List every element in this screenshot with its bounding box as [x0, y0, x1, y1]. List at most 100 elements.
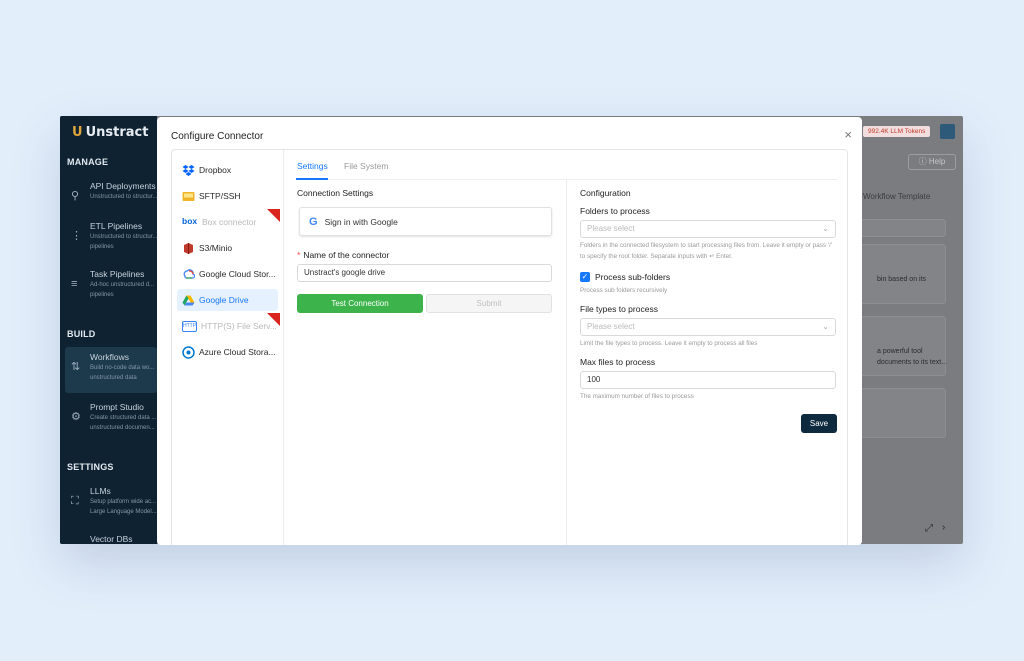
- sidebar-item-workflows[interactable]: ⇅ Workflows Build no-code data wo... uns…: [65, 347, 157, 393]
- connector-label: Google Drive: [199, 295, 249, 305]
- filetypes-help: Limit the file types to process. Leave i…: [580, 340, 758, 347]
- brand-logo: U Unstract: [72, 125, 148, 140]
- nav-desc: Unstructured to structur...: [90, 194, 157, 200]
- folders-label: Folders to process: [580, 206, 650, 216]
- maxfiles-input[interactable]: 100: [580, 371, 836, 389]
- help-label: Help: [928, 157, 946, 166]
- google-drive-icon: [182, 294, 195, 307]
- nav-title: Prompt Studio: [90, 402, 144, 412]
- help-icon: ⓘ: [918, 157, 929, 166]
- chevron-down-icon: ⌄: [822, 322, 829, 331]
- azure-icon: [182, 345, 195, 359]
- nav-desc: Setup platform wide ac... Large Language…: [90, 499, 157, 515]
- connector-dropbox[interactable]: Dropbox: [177, 159, 278, 181]
- llm-icon: ⛶: [71, 495, 79, 507]
- folders-select[interactable]: Please select ⌄: [580, 220, 836, 238]
- connector-name-input[interactable]: Unstract's google drive: [297, 264, 552, 282]
- process-subfolders-checkbox[interactable]: ✓: [580, 272, 590, 282]
- pipeline-icon: ⋮: [71, 230, 82, 242]
- connector-label: S3/Minio: [199, 243, 233, 253]
- google-signin-label: Sign in with Google: [324, 216, 398, 227]
- bg-card: [856, 388, 946, 438]
- connector-name-label-text: Name of the connector: [303, 250, 390, 260]
- sftp-icon: [182, 190, 195, 203]
- api-icon: ⚲: [71, 190, 80, 202]
- connector-sftp[interactable]: SFTP/SSH: [177, 185, 278, 207]
- sidebar-item-llms[interactable]: ⛶ LLMs Setup platform wide ac... Large L…: [65, 481, 157, 527]
- connector-google-cloud-storage[interactable]: Google Cloud Stor...: [177, 263, 278, 285]
- test-connection-button[interactable]: Test Connection: [297, 294, 423, 313]
- token-usage-badge: 992.4K LLM Tokens: [863, 126, 931, 137]
- connection-settings-heading: Connection Settings: [297, 188, 374, 198]
- required-mark: *: [297, 250, 301, 260]
- connector-label: Google Cloud Stor...: [199, 269, 276, 279]
- expand-icon[interactable]: ⤢: [925, 523, 933, 534]
- filetypes-label: File types to process: [580, 304, 658, 314]
- subfolders-help: Process sub folders recursively: [580, 287, 668, 294]
- connector-label: SFTP/SSH: [199, 191, 241, 201]
- google-signin-button[interactable]: G Sign in with Google: [299, 207, 552, 236]
- nav-title: LLMs: [90, 486, 111, 496]
- avatar[interactable]: [940, 124, 955, 139]
- bg-card: [856, 219, 946, 237]
- bg-card: a powerful tool documents to its text...: [856, 316, 948, 376]
- bg-snippet: bin based on its: [877, 276, 927, 283]
- modal-body: Dropbox SFTP/SSH box Box connector S3/Mi…: [171, 149, 848, 545]
- save-button[interactable]: Save: [801, 414, 837, 433]
- filetypes-select[interactable]: Please select ⌄: [580, 318, 836, 336]
- configuration-heading: Configuration: [580, 188, 631, 198]
- dropbox-icon: [182, 164, 195, 177]
- http-icon: HTTP: [182, 320, 197, 332]
- filetypes-placeholder: Please select: [587, 322, 635, 331]
- submit-button[interactable]: Submit: [426, 294, 552, 313]
- chevron-right-icon[interactable]: ›: [942, 522, 945, 533]
- connector-box[interactable]: box Box connector: [177, 209, 280, 233]
- connector-label: Azure Cloud Stora...: [199, 347, 276, 357]
- prompt-studio-icon: ⚙: [71, 411, 81, 423]
- sidebar-item-vector-dbs[interactable]: Vector DBs: [65, 529, 157, 544]
- connector-list: Dropbox SFTP/SSH box Box connector S3/Mi…: [172, 150, 284, 545]
- nav-title: Workflows: [90, 352, 130, 362]
- close-icon[interactable]: ×: [844, 127, 852, 142]
- bg-card: bin based on its: [856, 244, 946, 304]
- section-build: BUILD: [67, 329, 96, 339]
- connector-label: Dropbox: [199, 165, 232, 175]
- connector-google-drive[interactable]: Google Drive: [177, 289, 278, 311]
- workflow-icon: ⇅: [71, 361, 81, 373]
- connector-s3-minio[interactable]: S3/Minio: [177, 237, 278, 259]
- sidebar-item-etl-pipelines[interactable]: ⋮ ETL Pipelines Unstructured to structur…: [65, 216, 157, 262]
- new-ribbon: [267, 209, 280, 222]
- google-icon: G: [309, 215, 318, 228]
- active-tab-indicator: [296, 178, 328, 180]
- tab-file-system[interactable]: File System: [344, 161, 388, 171]
- nav-desc: Unstructured to structur... pipelines: [90, 234, 157, 250]
- nav-title: Vector DBs: [90, 534, 133, 544]
- folders-placeholder: Please select: [587, 224, 635, 233]
- workflow-template-label: Workflow Template: [863, 192, 931, 201]
- new-ribbon: [267, 313, 280, 326]
- modal-title: Configure Connector: [171, 131, 264, 142]
- maxfiles-help: The maximum number of files to process: [580, 393, 694, 400]
- nav-title: Task Pipelines: [90, 269, 145, 279]
- maxfiles-label: Max files to process: [580, 357, 656, 367]
- bg-snippet: documents to its text...: [877, 359, 948, 366]
- connector-label: Box connector: [202, 217, 257, 227]
- nav-title: ETL Pipelines: [90, 221, 143, 231]
- nav-desc: Ad-hoc unstructured d... pipelines: [90, 282, 155, 298]
- connector-http-file-server[interactable]: HTTP HTTP(S) File Serv...: [177, 313, 280, 337]
- gcs-icon: [182, 268, 196, 281]
- section-manage: MANAGE: [67, 157, 109, 167]
- logo-mark-icon: U: [72, 125, 83, 140]
- brand-name: Unstract: [85, 125, 149, 140]
- sidebar-item-prompt-studio[interactable]: ⚙ Prompt Studio Create structured data .…: [65, 397, 157, 443]
- nav-title: API Deployments: [90, 181, 156, 191]
- s3-icon: [182, 242, 195, 255]
- task-icon: ≡: [71, 278, 78, 290]
- help-button[interactable]: ⓘ Help: [908, 154, 956, 170]
- sidebar-item-task-pipelines[interactable]: ≡ Task Pipelines Ad-hoc unstructured d..…: [65, 264, 157, 310]
- tab-settings[interactable]: Settings: [297, 161, 328, 171]
- connector-azure[interactable]: Azure Cloud Stora...: [177, 341, 278, 363]
- sidebar: U Unstract MANAGE ⚲ API Deployments Unstr…: [60, 116, 157, 544]
- connector-name-label: * Name of the connector: [297, 250, 389, 260]
- subfolders-label: Process sub-folders: [595, 272, 671, 282]
